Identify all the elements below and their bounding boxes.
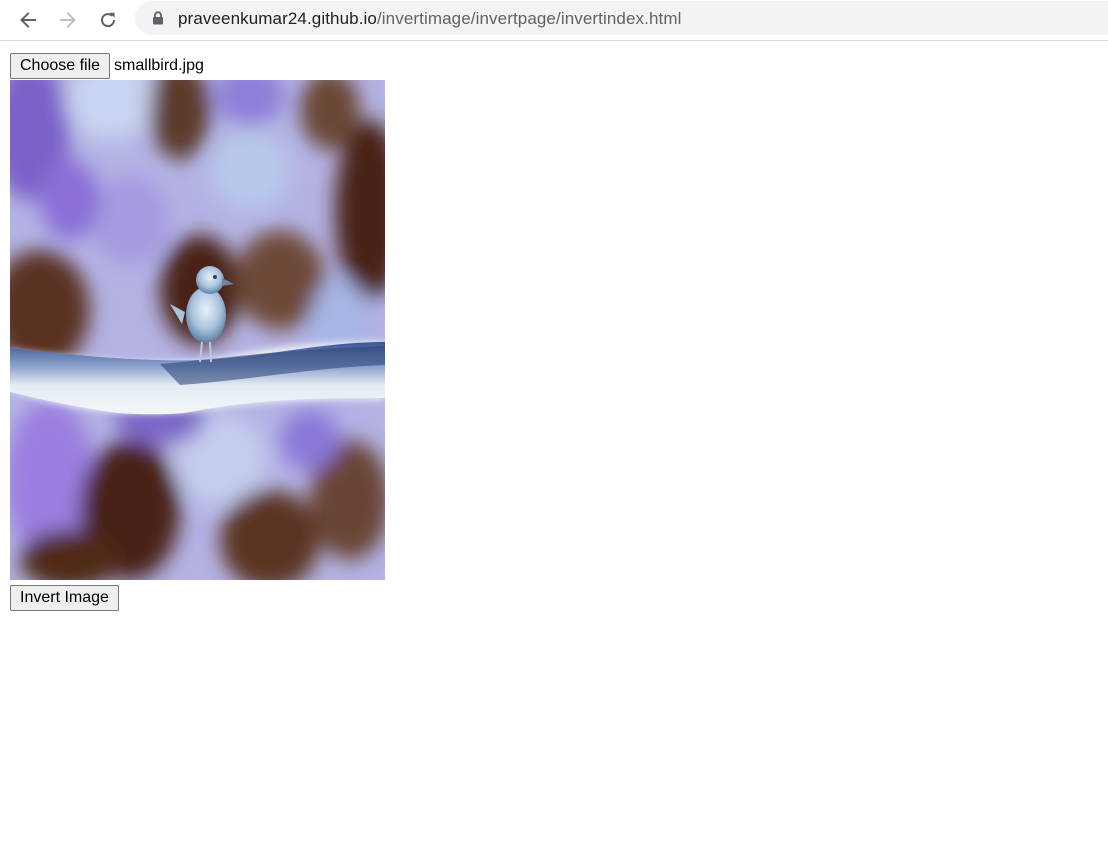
url-host: praveenkumar24.github.io bbox=[178, 9, 377, 28]
choose-file-button[interactable]: Choose file bbox=[10, 53, 111, 79]
forward-button[interactable] bbox=[53, 5, 83, 35]
lock-icon bbox=[153, 11, 163, 25]
browser-toolbar: praveenkumar24.github.io/invertimage/inv… bbox=[0, 0, 1108, 41]
reload-button[interactable] bbox=[93, 5, 123, 35]
url-path: /invertimage/invertpage/invertindex.html bbox=[376, 9, 682, 28]
arrow-left-icon bbox=[20, 12, 36, 28]
file-input[interactable]: Choose file smallbird.jpg bbox=[10, 53, 385, 79]
selected-file-name: smallbird.jpg bbox=[114, 57, 204, 74]
back-button[interactable] bbox=[13, 5, 43, 35]
url-text[interactable]: praveenkumar24.github.io/invertimage/inv… bbox=[178, 9, 681, 28]
reload-icon bbox=[101, 12, 116, 28]
invert-image-button[interactable]: Invert Image bbox=[10, 585, 119, 611]
address-bar[interactable]: praveenkumar24.github.io/invertimage/inv… bbox=[135, 1, 1108, 35]
inverted-image-preview bbox=[10, 80, 385, 580]
page-content: Choose file smallbird.jpg Invert Image bbox=[10, 53, 385, 611]
arrow-right-icon bbox=[60, 12, 76, 28]
